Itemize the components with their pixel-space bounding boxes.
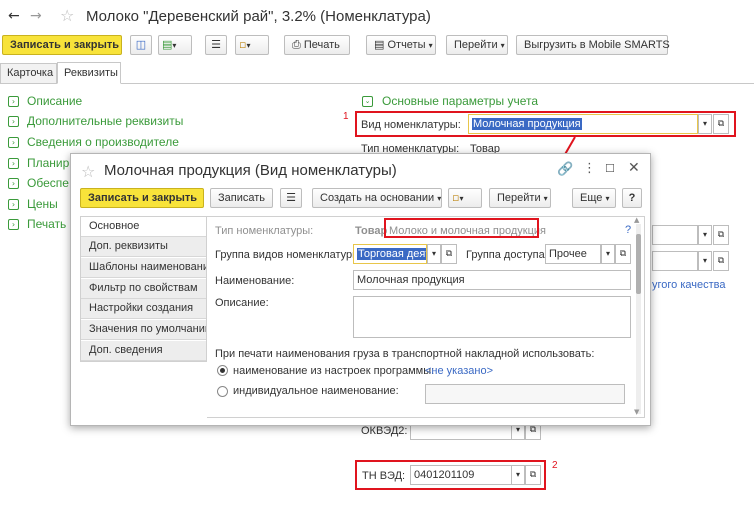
dialog-list-button[interactable]: ☰ [280,188,302,208]
star-icon[interactable]: ☆ [81,162,95,181]
dialog: ☆ Молочная продукция (Вид номенклатуры) … [70,153,651,426]
create-basis-button[interactable]: Создать на основании ▾ [312,188,442,208]
name-field[interactable]: Молочная продукция [353,270,631,290]
link-icon[interactable]: 🔗 [557,162,573,177]
access-label: Группа доступа: [466,249,548,261]
scrollbar-thumb[interactable] [636,234,641,294]
dialog-goto-button[interactable]: Перейти ▾ [489,188,551,208]
dialog-attach-button[interactable]: ▫▾ [448,188,482,208]
access-field[interactable]: Прочее [545,244,601,264]
access-open[interactable]: ⧉ [615,244,631,264]
radio-dot [220,368,225,373]
individual-name-field[interactable] [425,384,625,404]
help-link[interactable]: ? [625,224,631,236]
group-dropdown[interactable]: ▾ [427,244,441,264]
dlg-type-label: Тип номенклатуры: [215,225,314,237]
nav-property-filter[interactable]: Фильтр по свойствам [81,279,206,299]
access-dropdown[interactable]: ▾ [601,244,615,264]
maximize-icon[interactable]: ☐ [605,162,615,175]
radio2-label[interactable]: индивидуальное наименование: [233,385,399,397]
scroll-up-icon[interactable]: ▲ [634,216,639,224]
radio-individual[interactable] [217,386,228,397]
radio-settings[interactable] [217,365,228,376]
nav-creation-settings[interactable]: Настройки создания [81,299,206,319]
group-label: Группа видов номенклатуры: [215,249,364,261]
name-label: Наименование: [215,275,295,287]
close-icon[interactable]: ✕ [628,160,640,176]
dialog-save-button[interactable]: Записать [210,188,273,208]
dialog-nav: Основное Доп. реквизиты Шаблоны наименов… [80,216,207,362]
highlight-box-3 [384,218,539,238]
nav-name-templates[interactable]: Шаблоны наименований [81,258,206,278]
print-text: При печати наименования груза в транспор… [215,348,595,360]
radio1-label[interactable]: наименование из настроек программы: [233,365,434,377]
dlg-type-value: Товар [355,225,388,237]
group-field[interactable]: Торговая деят [353,244,427,264]
nav-add-requisites[interactable]: Доп. реквизиты [81,237,206,257]
nav-add-info[interactable]: Доп. сведения [81,341,206,361]
desc-textarea[interactable] [353,296,631,338]
radio1-value[interactable]: <не указано> [425,365,493,377]
nav-main[interactable]: Основное [81,217,206,237]
desc-label: Описание: [215,297,269,309]
more-vert-icon[interactable]: ⋮ [583,161,596,176]
nav-default-values[interactable]: Значения по умолчанию [81,320,206,340]
scroll-down-icon[interactable]: ▼ [634,408,639,416]
dialog-save-close-button[interactable]: Записать и закрыть [80,188,204,208]
dialog-more-button[interactable]: Еще ▾ [572,188,616,208]
list-icon: ☰ [286,191,296,204]
group-open[interactable]: ⧉ [441,244,457,264]
dialog-title: Молочная продукция (Вид номенклатуры) [104,162,397,179]
dialog-help-button[interactable]: ? [622,188,642,208]
scrollbar[interactable] [636,224,641,414]
